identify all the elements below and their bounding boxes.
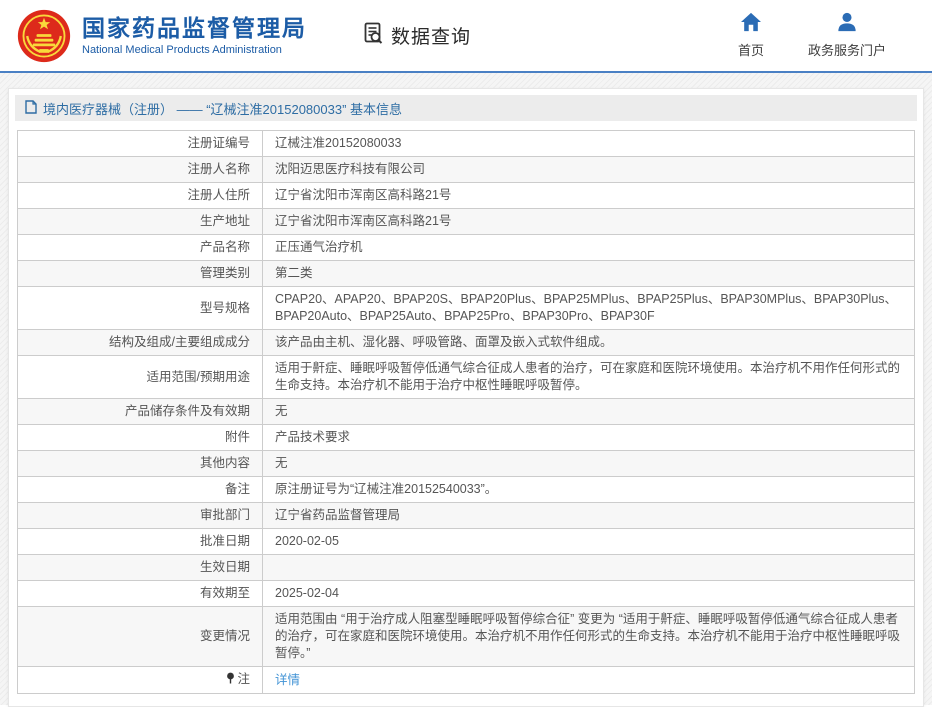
row-value: 适用于鼾症、睡眠呼吸暂停低通气综合征成人患者的治疗，可在家庭和医院环境使用。本治…: [263, 356, 915, 399]
info-table-wrap: 注册证编号 辽械注准20152080033 注册人名称 沈阳迈思医疗科技有限公司…: [17, 130, 915, 694]
row-label: 型号规格: [18, 287, 263, 330]
row-label: 生产地址: [18, 209, 263, 235]
row-label: 注册证编号: [18, 131, 263, 157]
table-row: 结构及组成/主要组成成分 该产品由主机、湿化器、呼吸管路、面罩及嵌入式软件组成。: [18, 330, 915, 356]
row-value: 沈阳迈思医疗科技有限公司: [263, 157, 915, 183]
table-row: 注册证编号 辽械注准20152080033: [18, 131, 915, 157]
table-row: 备注 原注册证号为“辽械注准20152540033”。: [18, 477, 915, 503]
row-label: 结构及组成/主要组成成分: [18, 330, 263, 356]
data-query-label: 数据查询: [391, 22, 471, 49]
data-query-icon: [362, 21, 386, 50]
table-row: 产品储存条件及有效期 无: [18, 399, 915, 425]
row-label: 注册人住所: [18, 183, 263, 209]
row-value: 辽械注准20152080033: [263, 131, 915, 157]
page: 国家药品监督管理局 National Medical Products Admi…: [0, 0, 932, 705]
detail-link[interactable]: 详情: [275, 673, 300, 687]
row-label: 变更情况: [18, 607, 263, 667]
national-emblem-logo: [16, 8, 72, 64]
table-row: 其他内容 无: [18, 451, 915, 477]
page-title-bar: 境内医疗器械（注册） —— “辽械注准20152080033” 基本信息: [15, 95, 917, 121]
row-value: 原注册证号为“辽械注准20152540033”。: [263, 477, 915, 503]
row-value: 该产品由主机、湿化器、呼吸管路、面罩及嵌入式软件组成。: [263, 330, 915, 356]
table-row: 生产地址 辽宁省沈阳市浑南区高科路21号: [18, 209, 915, 235]
pin-icon: [226, 672, 235, 689]
row-value: 辽宁省药品监督管理局: [263, 503, 915, 529]
data-query-menu[interactable]: 数据查询: [362, 21, 471, 50]
row-value: 无: [263, 399, 915, 425]
row-label: 注: [18, 667, 263, 694]
table-row: 产品名称 正压通气治疗机: [18, 235, 915, 261]
brand: 国家药品监督管理局 National Medical Products Admi…: [16, 8, 307, 64]
header: 国家药品监督管理局 National Medical Products Admi…: [0, 0, 932, 73]
table-row: 注册人住所 辽宁省沈阳市浑南区高科路21号: [18, 183, 915, 209]
home-icon: [740, 12, 762, 37]
row-value: 2025-02-04: [263, 581, 915, 607]
row-value: 辽宁省沈阳市浑南区高科路21号: [263, 209, 915, 235]
row-label: 审批部门: [18, 503, 263, 529]
brand-text: 国家药品监督管理局 National Medical Products Admi…: [82, 15, 307, 56]
row-label: 生效日期: [18, 555, 263, 581]
content-panel: 境内医疗器械（注册） —— “辽械注准20152080033” 基本信息 注册证…: [8, 88, 924, 707]
table-row: 型号规格 CPAP20、APAP20、BPAP20S、BPAP20Plus、BP…: [18, 287, 915, 330]
row-label: 备注: [18, 477, 263, 503]
row-value: 适用范围由 “用于治疗成人阻塞型睡眠呼吸暂停综合征” 变更为 “适用于鼾症、睡眠…: [263, 607, 915, 667]
page-title: 境内医疗器械（注册） —— “辽械注准20152080033” 基本信息: [43, 99, 402, 118]
row-value: 详情: [263, 667, 915, 694]
table-row: 附件 产品技术要求: [18, 425, 915, 451]
row-label: 附件: [18, 425, 263, 451]
registration-info-table: 注册证编号 辽械注准20152080033 注册人名称 沈阳迈思医疗科技有限公司…: [17, 130, 915, 694]
document-icon: [25, 100, 37, 117]
row-value: 2020-02-05: [263, 529, 915, 555]
row-label: 其他内容: [18, 451, 263, 477]
row-value: 辽宁省沈阳市浑南区高科路21号: [263, 183, 915, 209]
table-row: 管理类别 第二类: [18, 261, 915, 287]
row-label: 管理类别: [18, 261, 263, 287]
table-row: 批准日期 2020-02-05: [18, 529, 915, 555]
row-label: 有效期至: [18, 581, 263, 607]
row-value: CPAP20、APAP20、BPAP20S、BPAP20Plus、BPAP25M…: [263, 287, 915, 330]
row-label: 产品储存条件及有效期: [18, 399, 263, 425]
nav-home-label: 首页: [738, 40, 764, 59]
main-area: 境内医疗器械（注册） —— “辽械注准20152080033” 基本信息 注册证…: [0, 73, 932, 705]
nav-portal[interactable]: 政务服务门户: [808, 12, 886, 59]
row-value: [263, 555, 915, 581]
row-value: 无: [263, 451, 915, 477]
table-row: 审批部门 辽宁省药品监督管理局: [18, 503, 915, 529]
row-label: 适用范围/预期用途: [18, 356, 263, 399]
table-row: 适用范围/预期用途 适用于鼾症、睡眠呼吸暂停低通气综合征成人患者的治疗，可在家庭…: [18, 356, 915, 399]
row-label: 产品名称: [18, 235, 263, 261]
table-row: 生效日期: [18, 555, 915, 581]
table-row: 有效期至 2025-02-04: [18, 581, 915, 607]
org-name-cn: 国家药品监督管理局: [82, 15, 307, 41]
row-label: 注册人名称: [18, 157, 263, 183]
org-name-en: National Medical Products Administration: [82, 44, 307, 56]
nav-home[interactable]: 首页: [738, 12, 764, 59]
user-icon: [836, 12, 858, 37]
table-row: 变更情况 适用范围由 “用于治疗成人阻塞型睡眠呼吸暂停综合征” 变更为 “适用于…: [18, 607, 915, 667]
table-row-note: 注 详情: [18, 667, 915, 694]
nav-portal-label: 政务服务门户: [808, 40, 886, 59]
row-value: 第二类: [263, 261, 915, 287]
row-value: 正压通气治疗机: [263, 235, 915, 261]
row-value: 产品技术要求: [263, 425, 915, 451]
table-row: 注册人名称 沈阳迈思医疗科技有限公司: [18, 157, 915, 183]
row-label: 批准日期: [18, 529, 263, 555]
note-label: 注: [237, 672, 250, 686]
